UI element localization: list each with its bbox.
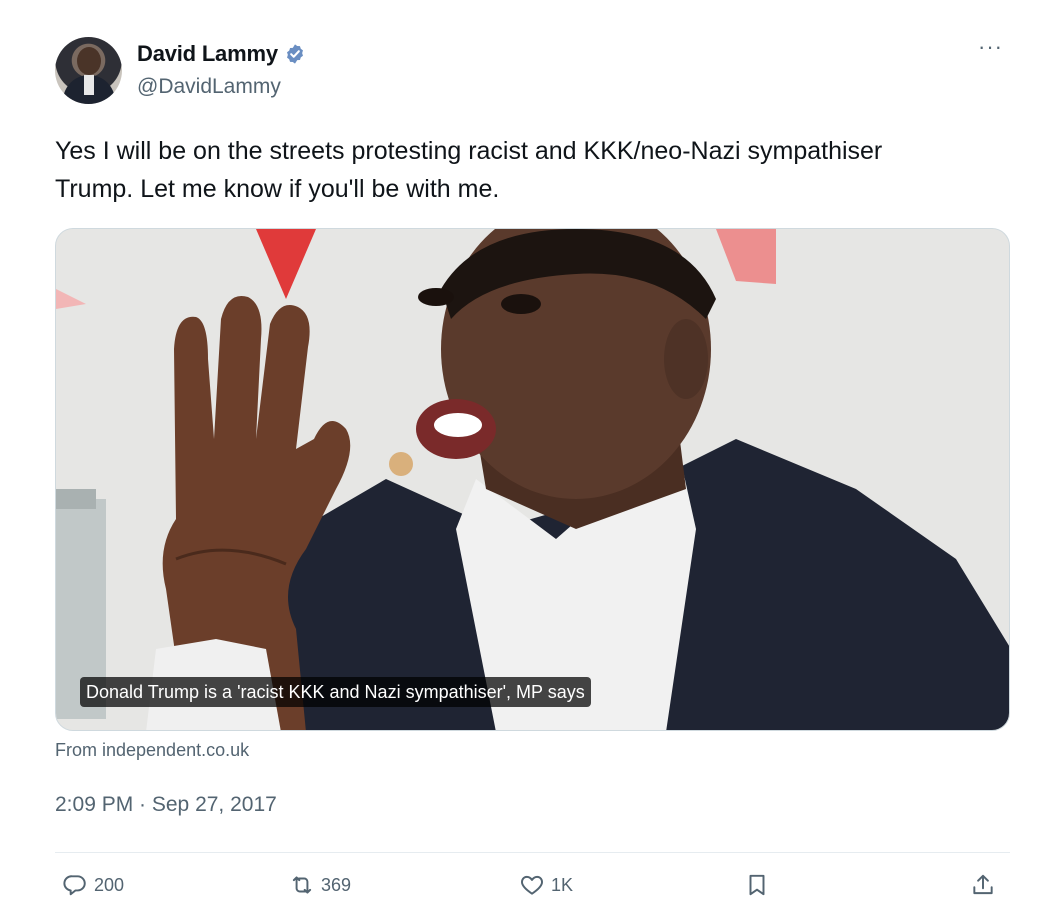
action-bar: 200 369 1K [0,872,1064,912]
author-name-row: David Lammy [137,41,306,67]
repost-button[interactable]: 369 [289,872,351,898]
bookmark-button[interactable] [744,872,770,898]
reply-count: 200 [94,874,125,895]
tweet-timestamp[interactable]: 2:09 PM · Sep 27, 2017 [55,793,277,817]
tweet-card: David Lammy @DavidLammy ··· Yes I will b… [0,0,1064,918]
like-button[interactable]: 1K [519,872,573,898]
reply-button[interactable]: 200 [62,872,124,898]
avatar[interactable] [55,37,122,104]
author-display-name[interactable]: David Lammy [137,41,278,67]
like-count: 1K [551,874,574,895]
photo-illustration [56,229,1009,730]
link-card-caption: Donald Trump is a 'racist KKK and Nazi s… [80,677,591,707]
author-handle[interactable]: @DavidLammy [137,75,281,99]
link-card-image[interactable]: Donald Trump is a 'racist KKK and Nazi s… [55,228,1010,731]
repost-icon [292,876,312,894]
reply-icon [63,875,86,896]
heart-icon [521,875,543,895]
share-button[interactable] [970,872,996,898]
repost-count: 369 [321,874,352,895]
share-icon [973,874,993,895]
more-horizontal-icon[interactable]: ··· [978,36,1003,58]
link-source[interactable]: From independent.co.uk [55,740,249,761]
bookmark-icon [749,874,765,896]
divider [55,852,1010,853]
verified-badge-icon [286,44,303,64]
tweet-text: Yes I will be on the streets protesting … [55,137,883,203]
